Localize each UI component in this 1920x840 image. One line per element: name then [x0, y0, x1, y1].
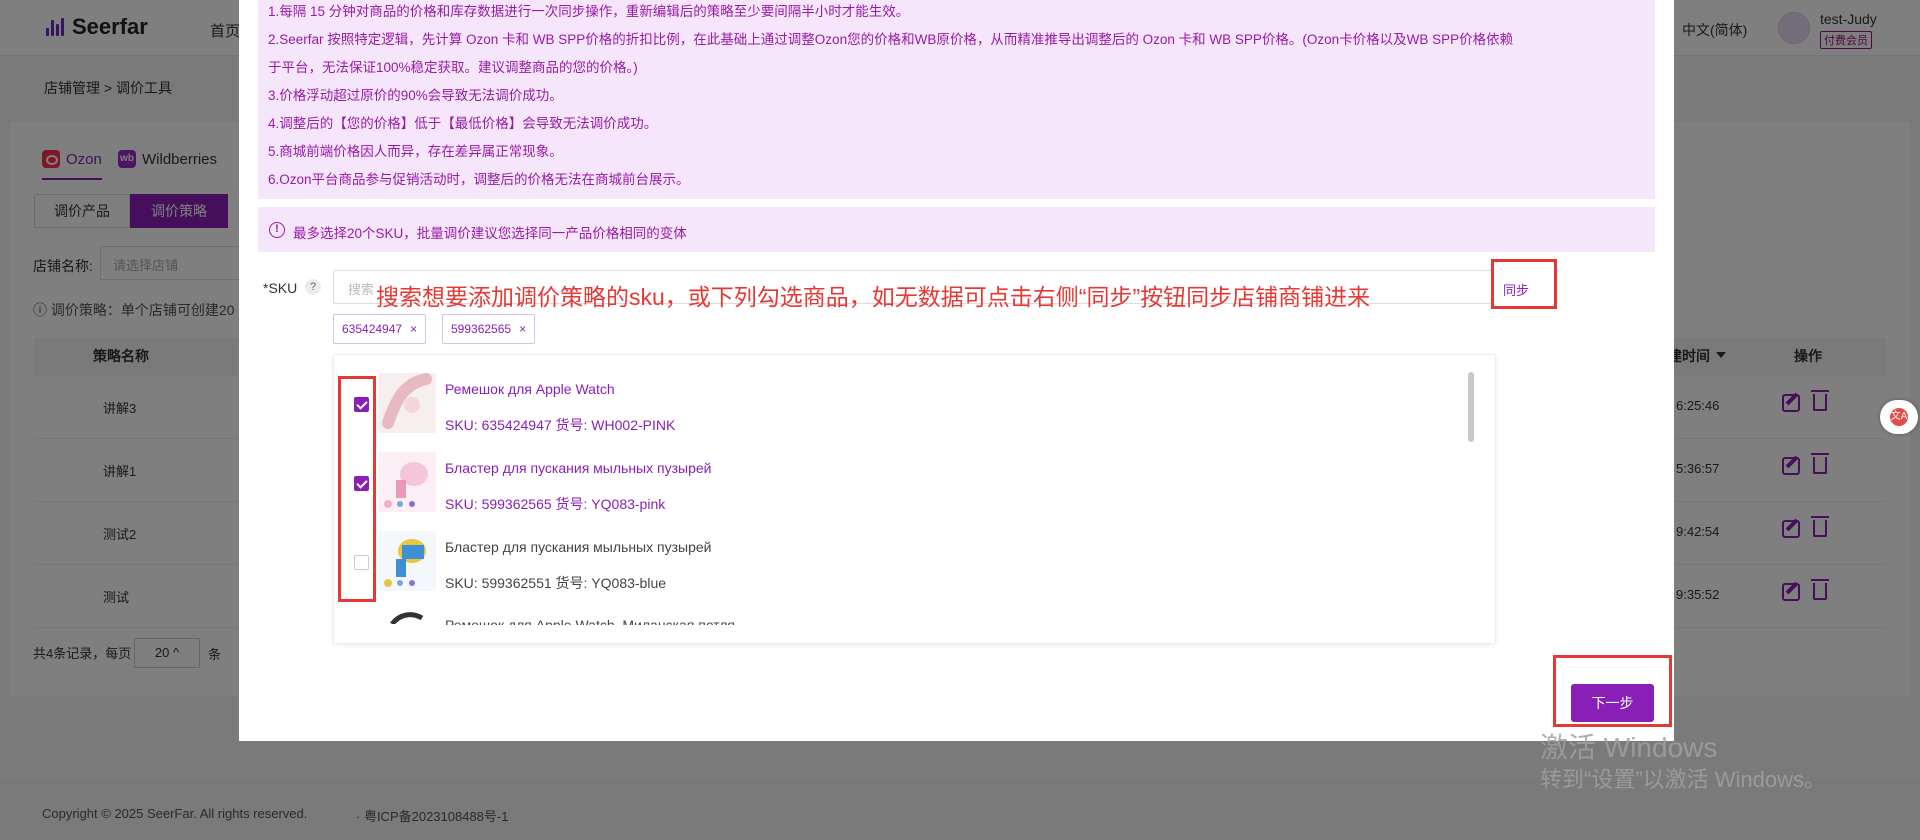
product-meta: SKU: 599362565 货号: YQ083-pink — [445, 496, 666, 512]
product-name[interactable]: Ремешок для Apple Watch, Миланская петля — [445, 618, 735, 625]
help-icon[interactable]: ? — [305, 279, 321, 295]
product-thumbnail — [378, 452, 436, 512]
sku-label: *SKU — [263, 280, 298, 296]
rule-line: 2.Seerfar 按照特定逻辑，先计算 Ozon 卡和 WB SPP价格的折扣… — [268, 32, 1514, 47]
windows-activation-watermark: 激活 Windows — [1540, 732, 1718, 763]
list-scrollbar[interactable] — [1468, 372, 1474, 442]
rule-line: 3.价格浮动超过原价的90%会导致无法调价成功。 — [268, 88, 563, 103]
selected-sku-label: 635424947 — [342, 322, 403, 336]
selected-sku-tag: 599362565 × — [442, 314, 536, 344]
translate-icon: 文A — [1890, 408, 1908, 426]
rule-line: 1.每隔 15 分钟对商品的价格和库存数据进行一次同步操作，重新编辑后的策略至少… — [268, 4, 910, 19]
selected-sku-label: 599362565 — [451, 322, 512, 336]
rule-line: 4.调整后的【您的价格】低于【最低价格】会导致无法调价成功。 — [268, 116, 658, 131]
sync-button[interactable]: 同步 — [1503, 280, 1529, 299]
annotation-text: 搜索想要添加调价策略的sku，或下列勾选商品，如无数据可点击右侧“同步”按钮同步… — [376, 284, 1371, 310]
info-icon: ! — [269, 222, 285, 238]
product-meta: SKU: 635424947 货号: WH002-PINK — [445, 417, 676, 433]
windows-activation-hint: 转到“设置”以激活 Windows。 — [1540, 767, 1827, 792]
rule-line: 5.商城前端价格因人而异，存在差异属正常现象。 — [268, 144, 563, 159]
product-meta: SKU: 599362551 货号: YQ083-blue — [445, 575, 667, 591]
product-thumbnail — [378, 531, 436, 591]
next-step-button[interactable]: 下一步 — [1571, 684, 1654, 722]
checkbox-highlight-box — [338, 376, 376, 602]
product-thumbnail — [378, 373, 436, 433]
rule-line: 于平台，无法保证100%稳定获取。建议调整商品的您的价格。) — [268, 60, 638, 75]
product-name[interactable]: Бластер для пускания мыльных пузырей — [445, 460, 711, 476]
close-icon[interactable]: × — [410, 322, 417, 336]
sku-search-placeholder: 搜索 — [348, 282, 375, 297]
product-thumbnail — [378, 610, 436, 624]
sku-limit-text: 最多选择20个SKU，批量调价建议您选择同一产品价格相同的变体 — [293, 226, 687, 241]
rule-line: 6.Ozon平台商品参与促销活动时，调整后的价格无法在商城前台展示。 — [268, 172, 690, 187]
product-name[interactable]: Ремешок для Apple Watch — [445, 381, 615, 397]
product-name[interactable]: Бластер для пускания мыльных пузырей — [445, 539, 711, 555]
close-icon[interactable]: × — [519, 322, 526, 336]
translate-button[interactable]: 文A — [1880, 400, 1918, 434]
selected-sku-tag: 635424947 × — [333, 314, 427, 344]
